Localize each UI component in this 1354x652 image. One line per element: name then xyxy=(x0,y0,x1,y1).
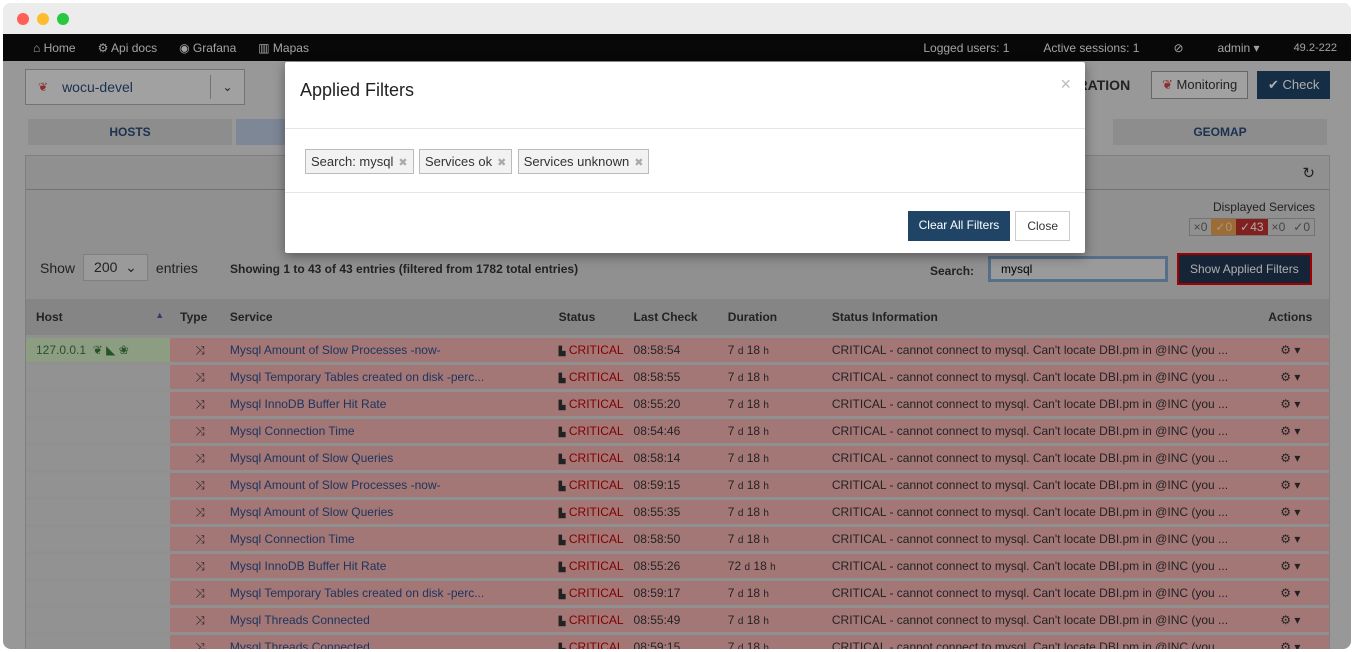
remove-filter-icon[interactable]: ✖ xyxy=(634,157,643,169)
remove-filter-icon[interactable]: ✖ xyxy=(398,157,407,169)
modal-title: Applied Filters xyxy=(300,80,415,100)
filter-chip: Services ok ✖ xyxy=(418,149,513,174)
filter-list: Search: mysql ✖ Services ok ✖ Services unk… xyxy=(285,129,1085,193)
filter-chip: Services unknown ✖ xyxy=(517,149,650,174)
title-bar xyxy=(3,3,1351,34)
close-button[interactable]: Close xyxy=(1015,211,1070,241)
close-icon[interactable]: × xyxy=(1060,74,1071,95)
close-window-button[interactable] xyxy=(17,13,29,25)
remove-filter-icon[interactable]: ✖ xyxy=(497,157,506,169)
applied-filters-modal: Applied Filters × Search: mysql ✖ Service… xyxy=(285,62,1085,253)
minimize-window-button[interactable] xyxy=(37,13,49,25)
filter-chip: Search: mysql ✖ xyxy=(305,149,414,174)
clear-all-filters-button[interactable]: Clear All Filters xyxy=(907,211,1011,241)
browser-window: ⌂ Home ⚙ Api docs ◉ Grafana ▥ Mapas Logg… xyxy=(3,3,1351,649)
maximize-window-button[interactable] xyxy=(57,13,69,25)
